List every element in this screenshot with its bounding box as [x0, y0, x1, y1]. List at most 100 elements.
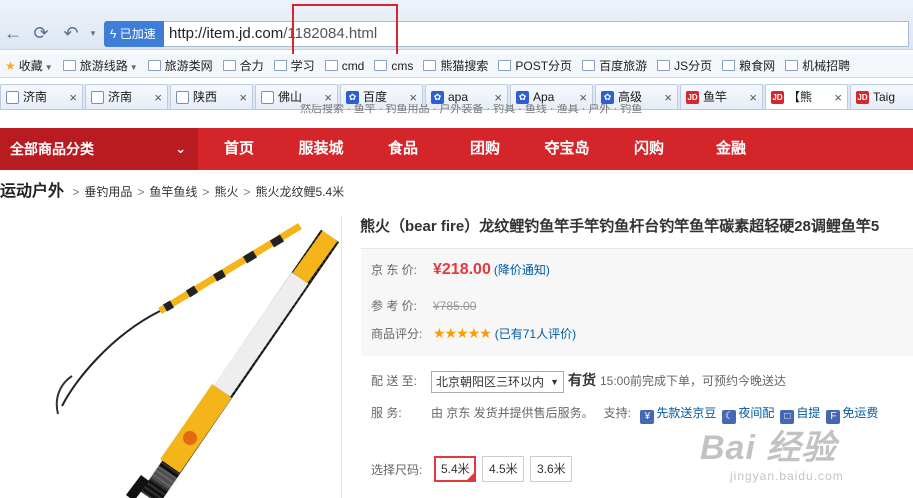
- back-icon[interactable]: ←: [2, 22, 24, 44]
- browser-tab[interactable]: 济南 ×: [0, 84, 83, 109]
- top-links: 然后搜索 · 鱼竿 · 钓鱼用品 · 户外装备 · 钓具 · 鱼线 · 渔具 ·…: [300, 104, 643, 114]
- bookmark-item[interactable]: 机械招聘: [780, 54, 855, 77]
- accelerate-button[interactable]: ϟ 已加速: [104, 21, 164, 47]
- stock-status: 有货: [568, 372, 596, 388]
- folder-icon: [324, 60, 338, 71]
- chevron-right-icon: >: [202, 185, 210, 199]
- page-favicon-icon: [261, 91, 274, 104]
- price-notice-link[interactable]: (降价通知): [494, 263, 550, 277]
- bookmark-label: 熊猫搜索: [440, 59, 489, 73]
- shipping-row: 配 送 至: 北京朝阳区三环以内 ▼ 有货 15:00前完成下单，可预约今晚送达: [371, 370, 786, 393]
- bookmark-item[interactable]: 旅游类网: [143, 54, 218, 77]
- bookmark-label: 学习: [290, 59, 315, 73]
- folder-icon: [423, 60, 437, 71]
- size-option[interactable]: 4.5米: [482, 456, 525, 482]
- nav-link[interactable]: 金融: [690, 128, 772, 170]
- refresh-icon[interactable]: ⟳: [30, 22, 52, 44]
- tab-label: 济南: [108, 90, 133, 104]
- support-label: 自提: [796, 406, 821, 420]
- breadcrumb-item[interactable]: 垂钓用品: [84, 185, 132, 199]
- all-categories-button[interactable]: 全部商品分类 ⌄: [0, 128, 198, 170]
- bookmark-item[interactable]: ★ 收藏 ▼: [0, 54, 58, 77]
- caret-down-icon: ▼: [550, 376, 559, 387]
- nav-link[interactable]: 团购: [444, 128, 526, 170]
- product-image[interactable]: [0, 216, 342, 498]
- bookmark-item[interactable]: 旅游线路 ▼: [58, 54, 143, 77]
- browser-tab[interactable]: JDTaig×: [850, 84, 913, 109]
- browser-tab[interactable]: 陕西 ×: [170, 84, 253, 109]
- tab-label: 【熊: [788, 90, 813, 104]
- review-count-link[interactable]: (已有71人评价): [495, 327, 576, 341]
- tab-label: 佛山: [278, 90, 303, 104]
- size-option[interactable]: 3.6米: [530, 456, 573, 482]
- nav-link[interactable]: 首页: [198, 128, 280, 170]
- size-option[interactable]: 5.4米: [434, 456, 477, 482]
- breadcrumb: 运动户外 > 垂钓用品 > 鱼竿鱼线 > 熊火 > 熊火龙纹鲤5.4米: [0, 180, 344, 204]
- folder-icon: [62, 60, 76, 71]
- bookmark-item[interactable]: cms: [369, 54, 418, 77]
- support-label: 免运费: [842, 406, 879, 420]
- watermark-url: jingyan.baidu.com: [730, 469, 844, 483]
- chevron-right-icon: >: [72, 185, 80, 199]
- ship-note: 15:00前完成下单，可预约今晚送达: [600, 374, 787, 388]
- folder-icon: [498, 60, 512, 71]
- bookmark-item[interactable]: POST分页: [493, 54, 577, 77]
- product-title: 熊火（bear fire）龙纹鲤钓鱼竿手竿钓鱼杆台钓竿鱼竿碳素超轻硬28调鲤鱼竿…: [360, 218, 880, 235]
- bookmark-item[interactable]: JS分页: [652, 54, 717, 77]
- breadcrumb-item[interactable]: 鱼竿鱼线: [149, 185, 197, 199]
- accelerate-label: 已加速: [119, 27, 156, 41]
- ship-label: 配 送 至:: [371, 374, 418, 388]
- tab-label: Taig: [873, 90, 896, 104]
- bookmark-label: 旅游线路: [79, 59, 128, 73]
- nav-link[interactable]: 闪购: [608, 128, 690, 170]
- nav-link[interactable]: 食品: [362, 128, 444, 170]
- star-icon: ★: [5, 59, 16, 73]
- price-label: 京 东 价:: [371, 263, 418, 277]
- browser-tab[interactable]: JD 鱼竿 ×: [680, 84, 763, 109]
- breadcrumb-item[interactable]: 熊火龙纹鲤5.4米: [255, 185, 344, 199]
- tab-label: 百度: [363, 90, 388, 104]
- tab-label: apa: [448, 90, 469, 104]
- bookmark-label: POST分页: [515, 59, 573, 73]
- lightning-icon: ϟ: [110, 27, 117, 41]
- folder-icon: [785, 60, 799, 71]
- breadcrumb-item[interactable]: 熊火: [214, 185, 238, 199]
- caret-down-icon: ▼: [129, 63, 138, 72]
- close-icon[interactable]: ×: [154, 85, 162, 109]
- undo-icon[interactable]: ↶: [60, 22, 82, 44]
- folder-icon: [273, 60, 287, 71]
- bookmark-label: cmd: [341, 59, 365, 73]
- bookmark-item[interactable]: 粮食网: [717, 54, 780, 77]
- bookmark-label: 粮食网: [739, 59, 776, 73]
- close-icon[interactable]: ×: [664, 85, 672, 109]
- nav-link[interactable]: 夺宝岛: [526, 128, 608, 170]
- history-dropdown-icon[interactable]: ▾: [82, 22, 104, 44]
- chevron-down-icon: ⌄: [175, 141, 186, 156]
- close-icon[interactable]: ×: [749, 85, 757, 109]
- bookmark-item[interactable]: 熊猫搜索: [418, 54, 493, 77]
- rating-stars: ★★★★★: [433, 325, 492, 341]
- close-icon[interactable]: ×: [834, 85, 842, 109]
- bookmark-item[interactable]: 合力: [218, 54, 269, 77]
- close-icon[interactable]: ×: [69, 85, 77, 109]
- rating-label: 商品评分:: [371, 327, 423, 341]
- region-value: 北京朝阳区三环以内: [436, 374, 545, 389]
- page-favicon-icon: [91, 91, 104, 104]
- breadcrumb-root[interactable]: 运动户外: [0, 183, 64, 200]
- bookmark-item[interactable]: cmd: [320, 54, 370, 77]
- browser-tab[interactable]: JD 【熊 ×: [765, 84, 848, 109]
- watermark-logo: Bai 经验: [700, 429, 837, 467]
- url-host: http://item.jd.com: [169, 25, 284, 42]
- bookmark-item[interactable]: 学习: [269, 54, 320, 77]
- folder-icon: [147, 60, 161, 71]
- nav-link[interactable]: 服装城: [280, 128, 362, 170]
- region-select[interactable]: 北京朝阳区三环以内 ▼: [431, 370, 564, 393]
- fishing-rod-image: [55, 223, 340, 498]
- bookmark-item[interactable]: 百度旅游: [577, 54, 652, 77]
- support-label: 夜间配: [738, 406, 775, 420]
- close-icon[interactable]: ×: [239, 85, 247, 109]
- paw-favicon-icon: ✿: [516, 91, 529, 104]
- url-input[interactable]: http://item.jd.com/1182084.html: [164, 21, 909, 47]
- ref-price: ¥785.00: [433, 299, 477, 313]
- browser-tab[interactable]: 济南 ×: [85, 84, 168, 109]
